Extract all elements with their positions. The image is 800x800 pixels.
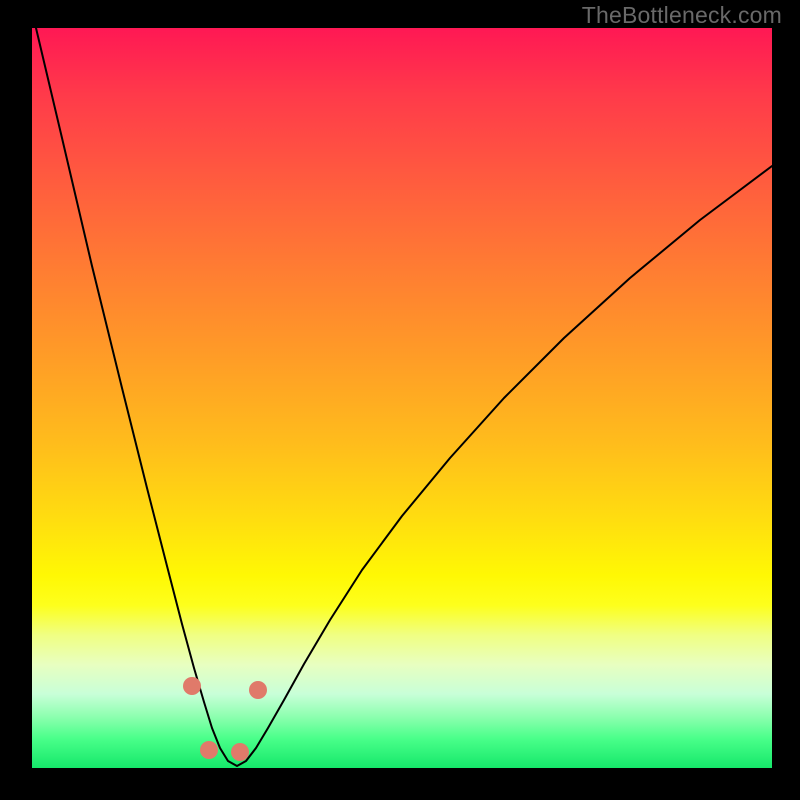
trough-marker [249, 681, 267, 699]
chart-svg [32, 28, 772, 768]
watermark-text: TheBottleneck.com [582, 2, 782, 29]
trough-marker [183, 677, 201, 695]
plot-area [32, 28, 772, 768]
bottleneck-curve [36, 28, 772, 766]
trough-markers [183, 677, 267, 761]
image-root: TheBottleneck.com [0, 0, 800, 800]
trough-marker [200, 741, 218, 759]
trough-marker [231, 743, 249, 761]
